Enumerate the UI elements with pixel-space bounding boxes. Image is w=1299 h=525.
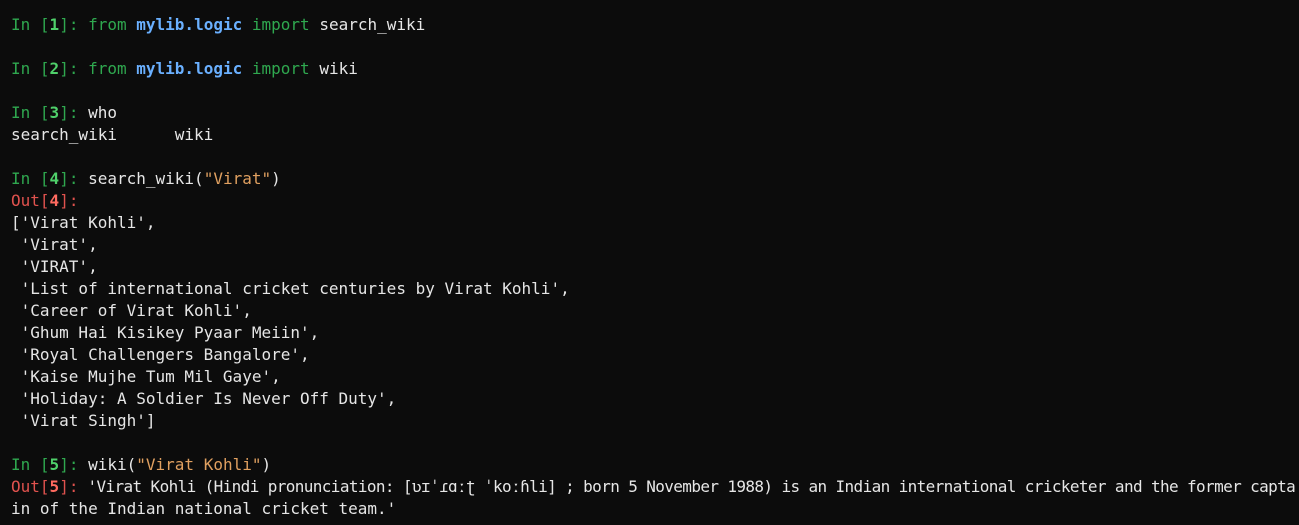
output-list: ['Virat Kohli', 'Virat', 'VIRAT', 'List … <box>11 212 1299 432</box>
input-line-2: In [2]: from mylib.logic import wiki <box>11 58 1299 80</box>
input-code: wiki( <box>88 455 137 474</box>
output-line: 'List of international cricket centuries… <box>11 279 570 298</box>
output-line: 'Virat', <box>11 235 98 254</box>
output-line: 'Virat Singh'] <box>11 411 156 430</box>
output-text: 'Virat Kohli (Hindi pronunciation: [ʋɪˈɾ… <box>78 477 1296 496</box>
output-line: 'Royal Challengers Bangalore', <box>11 345 310 364</box>
string-literal: "Virat Kohli" <box>136 455 262 474</box>
in-prompt: In [2]: <box>11 59 89 78</box>
imported-name: search_wiki <box>319 15 426 34</box>
module-name: mylib.logic <box>136 15 243 34</box>
output-line: 'VIRAT', <box>11 257 98 276</box>
imported-name: wiki <box>319 59 358 78</box>
output-line: 'Ghum Hai Kisikey Pyaar Meiin', <box>11 323 320 342</box>
out-line-5: Out[5]: 'Virat Kohli (Hindi pronunciatio… <box>11 476 1299 498</box>
keyword-from: from <box>88 59 127 78</box>
output-line: ['Virat Kohli', <box>11 213 156 232</box>
in-prompt: In [3]: <box>11 103 89 122</box>
keyword-from: from <box>88 15 127 34</box>
input-code: who <box>88 103 117 122</box>
in-prompt: In [1]: <box>11 15 89 34</box>
module-name: mylib.logic <box>136 59 243 78</box>
output-line: 'Holiday: A Soldier Is Never Off Duty', <box>11 389 397 408</box>
output-line: 'Kaise Mujhe Tum Mil Gaye', <box>11 367 281 386</box>
who-output: search_wiki wiki <box>11 125 214 144</box>
in-prompt: In [5]: <box>11 455 89 474</box>
ipython-terminal[interactable]: In [1]: from mylib.logic import search_w… <box>0 0 1299 525</box>
input-code-close: ) <box>271 169 281 188</box>
keyword-import: import <box>251 15 310 34</box>
out-prompt-4: Out[4]: <box>11 190 1299 212</box>
string-literal: "Virat" <box>203 169 272 188</box>
in-prompt: In [4]: <box>11 169 89 188</box>
output-text-continued: in of the Indian national cricket team.' <box>11 499 397 518</box>
input-code-close: ) <box>261 455 272 474</box>
input-line-1: In [1]: from mylib.logic import search_w… <box>11 14 1299 36</box>
input-line-5: In [5]: wiki("Virat Kohli") <box>11 454 1299 476</box>
out-prompt: Out[4]: <box>11 191 79 210</box>
keyword-import: import <box>251 59 310 78</box>
input-code: search_wiki( <box>88 169 204 188</box>
output-line: 'Career of Virat Kohli', <box>11 301 252 320</box>
input-line-3: In [3]: who <box>11 102 1299 124</box>
input-line-4: In [4]: search_wiki("Virat") <box>11 168 1299 190</box>
out-prompt: Out[5]: <box>11 477 79 496</box>
